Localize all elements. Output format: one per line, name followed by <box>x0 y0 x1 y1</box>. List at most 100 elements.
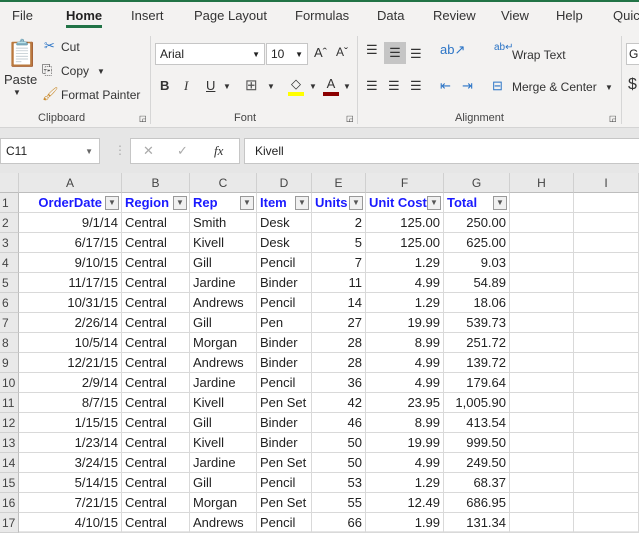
empty-cell[interactable] <box>510 233 574 253</box>
name-box[interactable]: C11 ▼ <box>0 138 100 164</box>
tab-help[interactable]: Help <box>556 8 583 23</box>
table-cell[interactable]: Morgan <box>190 333 257 353</box>
table-cell[interactable]: Gill <box>190 313 257 333</box>
table-cell[interactable]: Smith <box>190 213 257 233</box>
table-cell[interactable]: 2/9/14 <box>19 373 122 393</box>
table-cell[interactable]: 625.00 <box>444 233 510 253</box>
empty-cell[interactable] <box>574 413 639 433</box>
empty-cell[interactable] <box>510 313 574 333</box>
increase-font-icon[interactable]: Aˆ <box>314 45 327 60</box>
table-cell[interactable]: Central <box>122 273 190 293</box>
table-cell[interactable]: Pencil <box>257 293 312 313</box>
decrease-indent-icon[interactable]: ⇤ <box>440 78 451 94</box>
filter-dropdown-icon[interactable]: ▼ <box>173 196 187 210</box>
table-cell[interactable]: 686.95 <box>444 493 510 513</box>
empty-cell[interactable] <box>574 433 639 453</box>
format-painter-button[interactable]: Format Painter <box>61 88 140 102</box>
empty-cell[interactable] <box>574 453 639 473</box>
font-color-dropdown-icon[interactable]: ▼ <box>343 82 351 91</box>
font-color-icon[interactable]: A <box>323 76 339 96</box>
table-cell[interactable]: Jardine <box>190 453 257 473</box>
table-cell[interactable]: Pen Set <box>257 393 312 413</box>
table-cell[interactable]: 8/7/15 <box>19 393 122 413</box>
align-top-icon[interactable]: ☰ <box>366 42 378 58</box>
row-header[interactable]: 14 <box>0 453 19 473</box>
row-header[interactable]: 3 <box>0 233 19 253</box>
row-header[interactable]: 8 <box>0 333 19 353</box>
table-cell[interactable]: Gill <box>190 473 257 493</box>
table-cell[interactable]: 5/14/15 <box>19 473 122 493</box>
empty-cell[interactable] <box>510 373 574 393</box>
table-cell[interactable]: 131.34 <box>444 513 510 533</box>
table-cell[interactable]: Central <box>122 473 190 493</box>
header-cell[interactable]: Unit Cost ▼ <box>366 193 444 213</box>
table-cell[interactable]: 1/23/14 <box>19 433 122 453</box>
table-cell[interactable]: Kivell <box>190 233 257 253</box>
filter-dropdown-icon[interactable]: ▼ <box>349 196 363 210</box>
align-left-icon[interactable]: ☰ <box>366 78 378 94</box>
table-cell[interactable]: Central <box>122 433 190 453</box>
table-cell[interactable]: Pen Set <box>257 453 312 473</box>
table-cell[interactable]: 4.99 <box>366 453 444 473</box>
table-cell[interactable]: 53 <box>312 473 366 493</box>
empty-cell[interactable] <box>574 473 639 493</box>
table-cell[interactable]: Jardine <box>190 373 257 393</box>
table-cell[interactable]: 14 <box>312 293 366 313</box>
italic-button[interactable]: I <box>184 78 188 94</box>
table-cell[interactable]: Gill <box>190 253 257 273</box>
paste-button[interactable]: Paste <box>4 72 37 87</box>
table-cell[interactable]: 125.00 <box>366 233 444 253</box>
font-launcher-icon[interactable]: ◲ <box>346 114 354 123</box>
cancel-icon[interactable]: ✕ <box>143 143 154 159</box>
table-cell[interactable]: 4.99 <box>366 273 444 293</box>
row-header[interactable]: 15 <box>0 473 19 493</box>
table-cell[interactable]: Pencil <box>257 513 312 533</box>
table-cell[interactable]: 36 <box>312 373 366 393</box>
column-header-h[interactable]: H <box>510 173 574 193</box>
empty-cell[interactable] <box>510 393 574 413</box>
table-cell[interactable]: 8.99 <box>366 413 444 433</box>
table-cell[interactable]: Central <box>122 313 190 333</box>
table-cell[interactable]: 18.06 <box>444 293 510 313</box>
tab-view[interactable]: View <box>501 8 529 23</box>
borders-dropdown-icon[interactable]: ▼ <box>267 82 275 91</box>
table-cell[interactable]: 125.00 <box>366 213 444 233</box>
number-format-dropdown[interactable]: G <box>626 43 639 65</box>
table-cell[interactable]: Desk <box>257 233 312 253</box>
table-cell[interactable]: 7 <box>312 253 366 273</box>
cut-button[interactable]: Cut <box>61 40 80 54</box>
table-cell[interactable]: Andrews <box>190 293 257 313</box>
table-cell[interactable]: 68.37 <box>444 473 510 493</box>
table-cell[interactable]: 9/1/14 <box>19 213 122 233</box>
empty-cell[interactable] <box>510 213 574 233</box>
font-size-dropdown[interactable]: 10 ▼ <box>266 43 308 65</box>
table-cell[interactable]: 10/5/14 <box>19 333 122 353</box>
table-cell[interactable]: Binder <box>257 413 312 433</box>
select-all-corner[interactable] <box>0 173 19 193</box>
empty-cell[interactable] <box>574 493 639 513</box>
table-cell[interactable]: 139.72 <box>444 353 510 373</box>
table-cell[interactable]: 7/21/15 <box>19 493 122 513</box>
table-cell[interactable]: Binder <box>257 353 312 373</box>
empty-cell[interactable] <box>510 413 574 433</box>
empty-cell[interactable] <box>510 493 574 513</box>
empty-cell[interactable] <box>510 273 574 293</box>
table-cell[interactable]: 1.99 <box>366 513 444 533</box>
table-cell[interactable]: Pen <box>257 313 312 333</box>
tab-insert[interactable]: Insert <box>131 8 164 23</box>
merge-center-button[interactable]: Merge & Center <box>512 80 597 94</box>
merge-dropdown-icon[interactable]: ▼ <box>605 83 613 92</box>
table-cell[interactable]: 23.95 <box>366 393 444 413</box>
table-cell[interactable]: Pen Set <box>257 493 312 513</box>
table-cell[interactable]: 1.29 <box>366 293 444 313</box>
table-cell[interactable]: 4.99 <box>366 373 444 393</box>
tab-home[interactable]: Home <box>66 8 103 28</box>
drag-handle-icon[interactable]: ⋮ <box>114 143 126 157</box>
empty-cell[interactable] <box>574 293 639 313</box>
empty-cell[interactable] <box>574 393 639 413</box>
table-cell[interactable]: 12.49 <box>366 493 444 513</box>
align-center-icon[interactable]: ☰ <box>388 78 400 94</box>
row-header[interactable]: 7 <box>0 313 19 333</box>
table-cell[interactable]: 999.50 <box>444 433 510 453</box>
filter-dropdown-icon[interactable]: ▼ <box>105 196 119 210</box>
